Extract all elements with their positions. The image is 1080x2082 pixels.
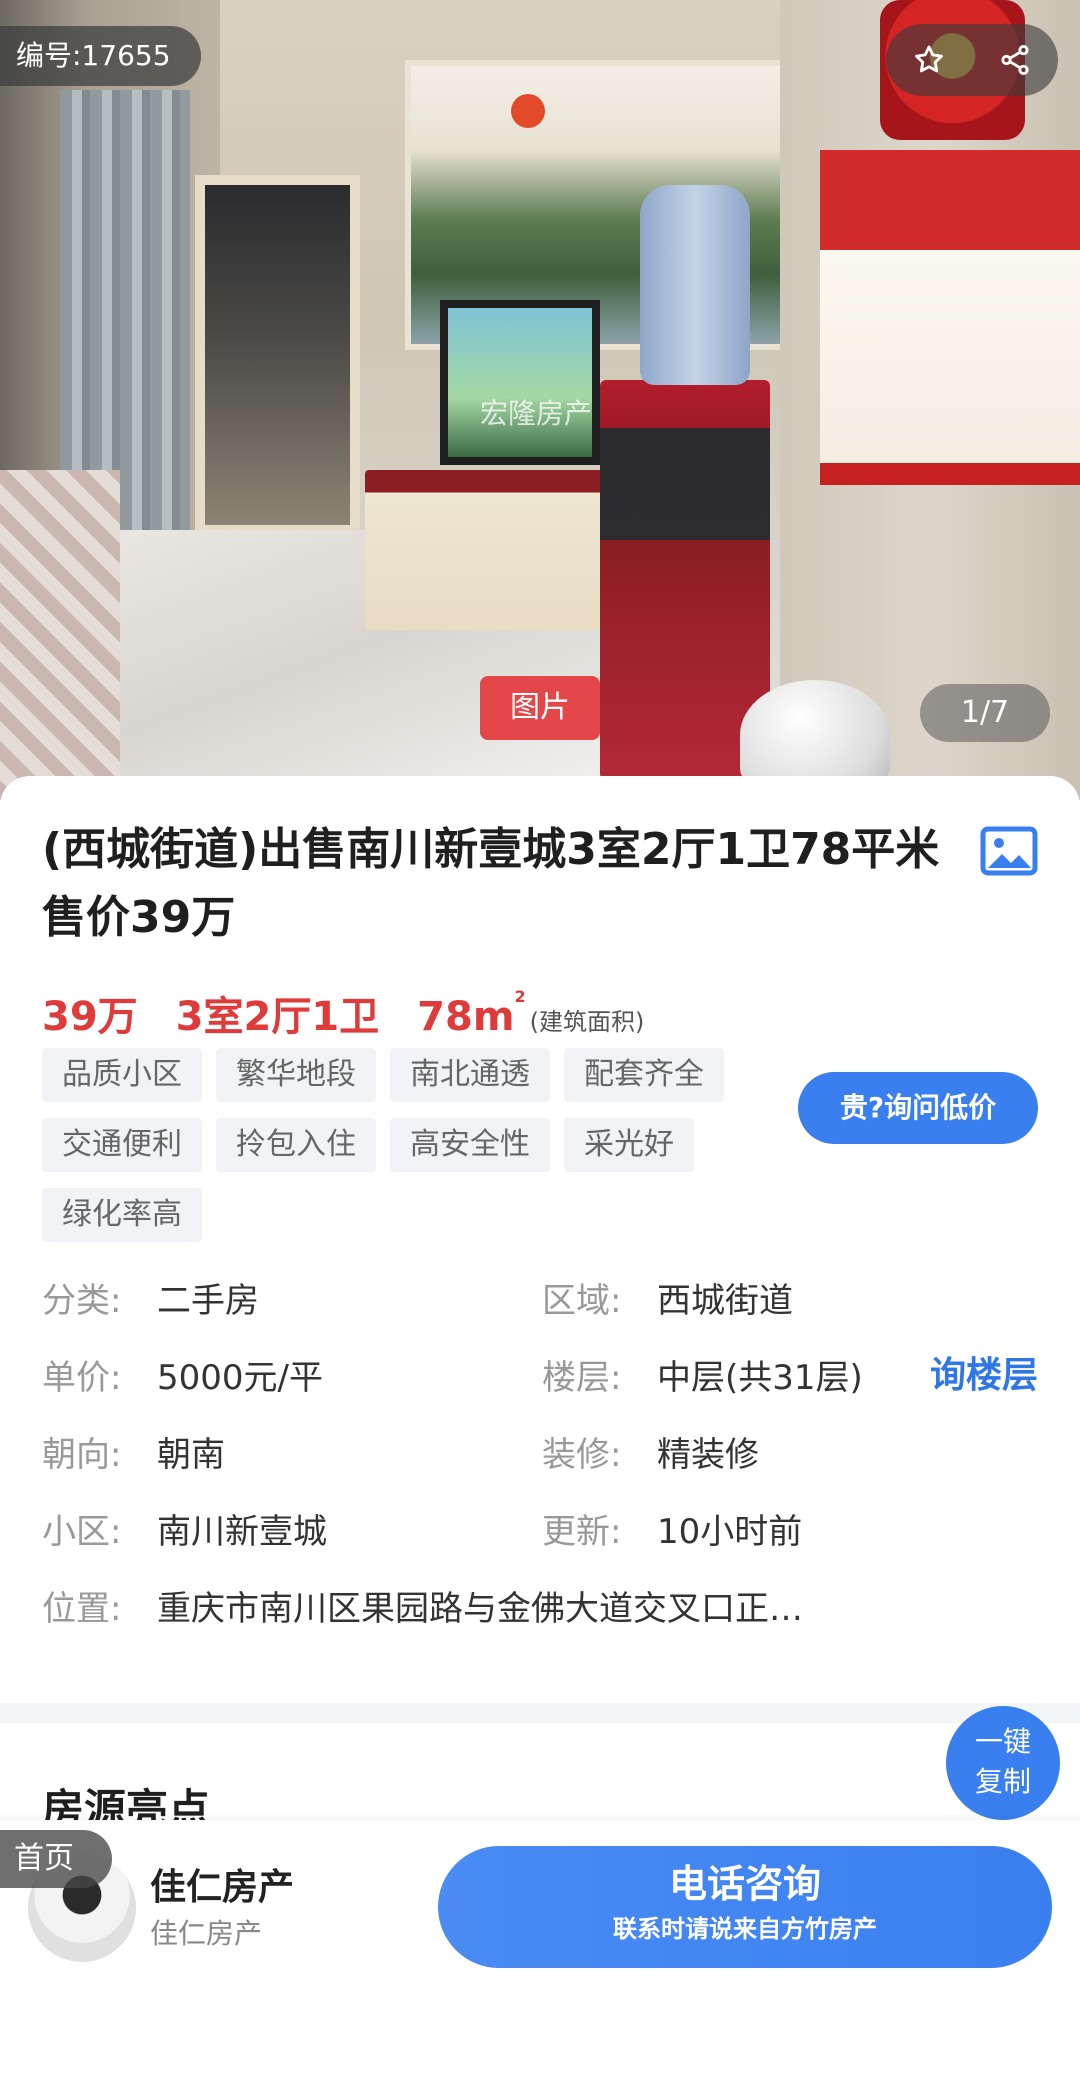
detail-label: 分类:: [42, 1281, 122, 1321]
detail-value: 中层(共31层): [657, 1358, 863, 1398]
photo-calendar: [820, 150, 1080, 485]
photo-helmet: [740, 680, 890, 790]
photo-tv: [440, 300, 600, 465]
photo-water-bottle: [640, 185, 750, 385]
detail-floor: 楼层: 中层(共31层): [542, 1353, 863, 1403]
phone-consult-hint: 联系时请说来自方竹房产: [613, 1915, 877, 1943]
detail-value: 10小时前: [657, 1512, 803, 1552]
floor-area-value: 78m: [417, 994, 515, 1040]
floor-area: 78m2: [417, 987, 525, 1040]
detail-value: 南川新壹城: [157, 1512, 327, 1552]
feature-tag: 绿化率高: [42, 1188, 202, 1242]
copy-line-2: 复制: [974, 1765, 1031, 1798]
detail-location[interactable]: 位置: 重庆市南川区果园路与金佛大道交叉口正…: [42, 1584, 803, 1634]
detail-community: 小区: 南川新壹城: [42, 1507, 327, 1557]
detail-label: 小区:: [42, 1512, 122, 1552]
feature-tag: 交通便利: [42, 1118, 202, 1172]
price-total: 39万: [42, 994, 138, 1040]
detail-updated: 更新: 10小时前: [542, 1507, 802, 1557]
copy-line-1: 一键: [974, 1725, 1031, 1758]
room-layout: 3室2厅1卫: [175, 994, 380, 1040]
detail-value: 朝南: [157, 1435, 225, 1475]
area-note: (建筑面积): [529, 1008, 645, 1036]
photo-tv-cabinet: [365, 470, 605, 630]
photo-bed: [0, 470, 120, 800]
photo-watermark: 宏隆房产: [480, 397, 593, 430]
feature-tag: 拎包入住: [216, 1118, 376, 1172]
detail-label: 位置:: [42, 1589, 122, 1629]
share-icon[interactable]: [987, 32, 1043, 88]
detail-orientation: 朝向: 朝南: [42, 1430, 225, 1480]
gallery-image-icon[interactable]: [980, 826, 1038, 876]
bottom-contact-bar: 首页 佳仁房产 佳仁房产 电话咨询 联系时请说来自方竹房产: [0, 1820, 1080, 2082]
detail-decoration: 装修: 精装修: [542, 1430, 759, 1480]
detail-label: 更新:: [542, 1512, 622, 1552]
feature-tag: 配套齐全: [564, 1048, 724, 1102]
phone-consult-button[interactable]: 电话咨询 联系时请说来自方竹房产: [438, 1846, 1052, 1968]
detail-label: 楼层:: [542, 1358, 622, 1398]
detail-category: 分类: 二手房: [42, 1276, 259, 1326]
detail-value: 精装修: [657, 1435, 759, 1475]
listing-card: (西城街道)出售南川新壹城3室2厅1卫78平米 售价39万 39万 3室2厅1卫…: [0, 776, 1080, 1706]
feature-tag: 采光好: [564, 1118, 694, 1172]
one-click-copy-button[interactable]: 一键 复制: [946, 1706, 1060, 1820]
top-action-group: [886, 24, 1058, 96]
listing-title: (西城街道)出售南川新壹城3室2厅1卫78平米 售价39万: [42, 824, 940, 943]
phone-consult-label: 电话咨询: [668, 1862, 821, 1906]
section-divider: [0, 1703, 1080, 1723]
ask-lower-price-button[interactable]: 贵?询问低价: [798, 1072, 1038, 1144]
agent-name: 佳仁房产: [150, 1867, 295, 1908]
feature-tag: 繁华地段: [216, 1048, 376, 1102]
feature-tag: 品质小区: [42, 1048, 202, 1102]
ask-floor-link[interactable]: 询楼层: [930, 1351, 1038, 1401]
detail-value: 二手房: [157, 1281, 259, 1321]
detail-label: 装修:: [542, 1435, 622, 1475]
detail-value: 5000元/平: [157, 1358, 323, 1398]
photo-category-button[interactable]: 图片: [480, 676, 600, 740]
feature-tag: 高安全性: [390, 1118, 550, 1172]
detail-value: 重庆市南川区果园路与金佛大道交叉口正…: [157, 1589, 803, 1629]
photo-pager: 1/7: [920, 684, 1050, 742]
detail-value: 西城街道: [657, 1281, 793, 1321]
detail-unit-price: 单价: 5000元/平: [42, 1353, 323, 1403]
agent-organization: 佳仁房产: [150, 1917, 263, 1950]
price-row: 39万 3室2厅1卫 78m2 (建筑面积): [42, 984, 644, 1044]
photo-doorway: [195, 175, 360, 535]
listing-id-badge: 编号:17655: [0, 26, 201, 86]
detail-label: 区域:: [542, 1281, 622, 1321]
detail-label: 单价:: [42, 1358, 122, 1398]
home-tab-button[interactable]: 首页: [0, 1830, 112, 1888]
detail-region: 区域: 西城街道: [542, 1276, 793, 1326]
detail-label: 朝向:: [42, 1435, 122, 1475]
feature-tags: 品质小区 繁华地段 南北通透 配套齐全 交通便利 拎包入住 高安全性 采光好 绿…: [42, 1048, 772, 1258]
feature-tag: 南北通透: [390, 1048, 550, 1102]
floor-area-unit-sup: 2: [514, 987, 526, 1006]
favorite-star-icon[interactable]: [901, 32, 957, 88]
